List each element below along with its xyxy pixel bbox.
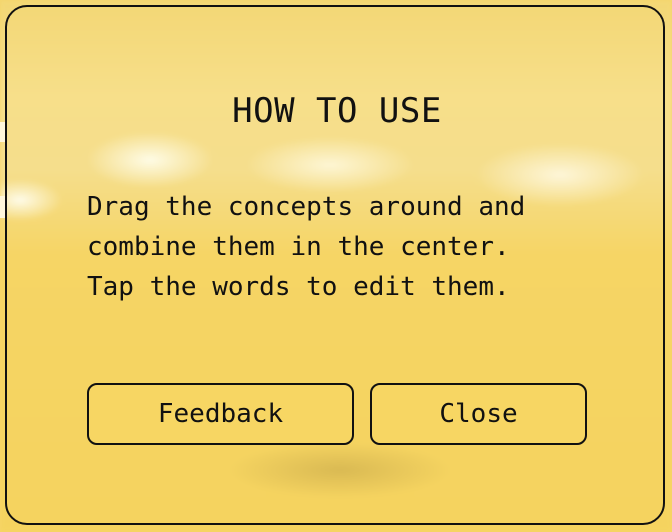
app-stage: HOW TO USE Drag the concepts around and …: [0, 0, 672, 532]
instruction-line: Drag the concepts around and: [87, 192, 526, 222]
feedback-button[interactable]: Feedback: [87, 383, 354, 445]
how-to-use-dialog: HOW TO USE Drag the concepts around and …: [5, 5, 665, 525]
instruction-line: combine them in the center.: [87, 232, 510, 262]
close-button[interactable]: Close: [370, 383, 587, 445]
dialog-title: HOW TO USE: [232, 91, 442, 131]
instruction-line: Tap the words to edit them.: [87, 272, 510, 302]
instructions-text: Drag the concepts around and combine the…: [87, 187, 525, 307]
